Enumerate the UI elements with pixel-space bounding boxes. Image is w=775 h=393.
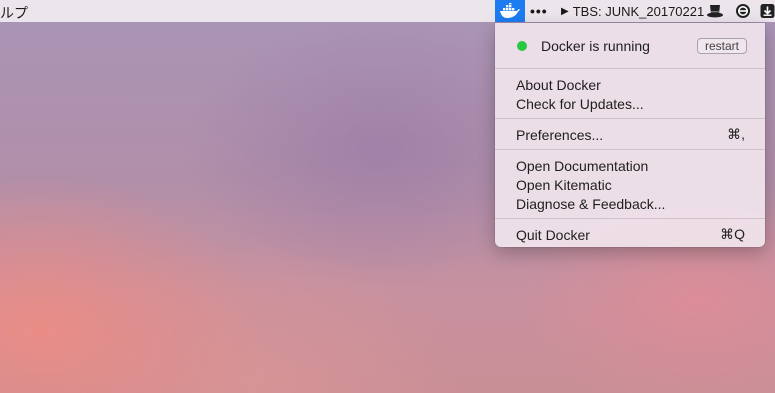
app-menu-title[interactable]: ルプ: [0, 3, 28, 23]
menu-separator: [495, 68, 765, 69]
docker-whale-icon: [500, 3, 520, 18]
menu-bar: ルプ ••• ▶ TBS: JUNK_20170221: [0, 0, 775, 22]
about-docker-item[interactable]: About Docker: [516, 75, 745, 94]
diagnose-feedback-label: Diagnose & Feedback...: [516, 195, 666, 212]
about-docker-label: About Docker: [516, 76, 601, 93]
circle-logo-icon[interactable]: [734, 3, 752, 19]
preferences-label: Preferences...: [516, 126, 604, 143]
open-kitematic-item[interactable]: Open Kitematic: [516, 175, 745, 194]
tbs-status-item[interactable]: ▶ TBS: JUNK_20170221: [561, 4, 704, 19]
preferences-shortcut: ⌘,: [727, 126, 745, 142]
check-updates-item[interactable]: Check for Updates...: [516, 94, 745, 113]
docker-status-row: Docker is running restart: [517, 36, 747, 56]
quit-shortcut: ⌘Q: [720, 226, 745, 242]
check-updates-label: Check for Updates...: [516, 95, 644, 112]
top-hat-icon[interactable]: [706, 3, 724, 19]
restart-button[interactable]: restart: [696, 38, 747, 54]
menu-separator: [495, 149, 765, 150]
overflow-dots[interactable]: •••: [530, 3, 548, 19]
quit-docker-item[interactable]: Quit Docker ⌘Q: [516, 225, 745, 244]
download-icon[interactable]: [760, 3, 775, 19]
play-icon: ▶: [561, 6, 569, 17]
open-documentation-item[interactable]: Open Documentation: [516, 156, 745, 175]
diagnose-feedback-item[interactable]: Diagnose & Feedback...: [516, 194, 745, 213]
docker-dropdown-menu: Docker is running restart About Docker C…: [495, 23, 765, 247]
quit-docker-label: Quit Docker: [516, 226, 590, 243]
docker-status-item[interactable]: [495, 0, 525, 22]
menu-separator: [495, 118, 765, 119]
running-indicator: [517, 41, 527, 51]
open-kitematic-label: Open Kitematic: [516, 176, 612, 193]
open-documentation-label: Open Documentation: [516, 157, 649, 174]
preferences-item[interactable]: Preferences... ⌘,: [516, 125, 745, 144]
docker-status-text: Docker is running: [541, 38, 650, 54]
menu-separator: [495, 218, 765, 219]
tbs-label: TBS: JUNK_20170221: [572, 4, 705, 19]
